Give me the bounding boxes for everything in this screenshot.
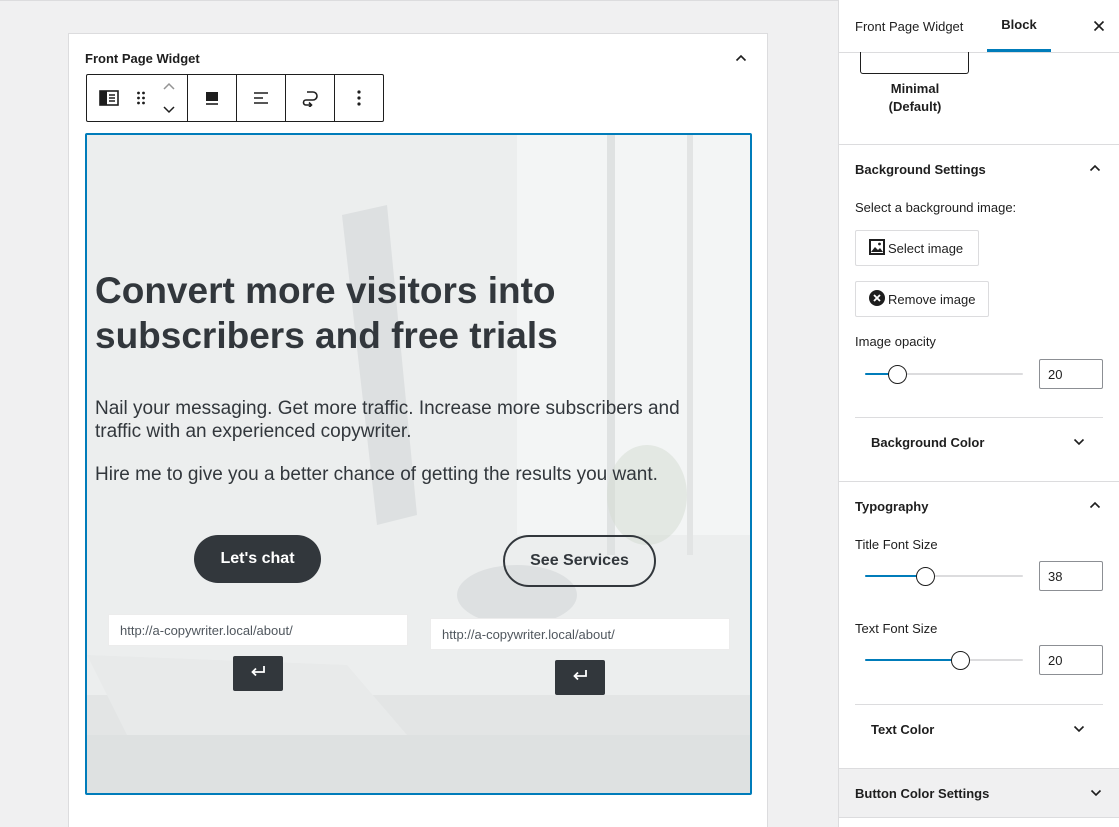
remove-circle-icon: [868, 289, 886, 310]
toolbar-group-block: [87, 75, 188, 121]
settings-sidebar: Front Page Widget Block Minimal (Default…: [838, 0, 1119, 827]
primary-url-submit-button[interactable]: [233, 656, 283, 691]
tab-block[interactable]: Block: [987, 0, 1051, 52]
block-movers: [151, 75, 187, 121]
drag-handle-icon[interactable]: [131, 75, 151, 121]
chevron-down-icon[interactable]: [1086, 783, 1106, 803]
remove-image-button[interactable]: Remove image: [855, 281, 989, 317]
remove-image-label: Remove image: [888, 291, 976, 307]
chevron-up-icon[interactable]: [1085, 495, 1105, 515]
link-icon[interactable]: [286, 75, 334, 121]
text-font-size-label: Text Font Size: [855, 621, 938, 636]
panel-divider: [855, 417, 1103, 418]
title-font-size-label: Title Font Size: [855, 537, 938, 552]
align-full-icon[interactable]: [188, 75, 236, 121]
lets-chat-button[interactable]: Let's chat: [194, 535, 321, 583]
typography-header[interactable]: Typography: [855, 499, 928, 514]
text-font-size-slider[interactable]: [865, 650, 1023, 670]
image-opacity-slider[interactable]: [865, 364, 1023, 384]
title-font-size-slider[interactable]: [865, 566, 1023, 586]
block-type-icon[interactable]: [87, 75, 131, 121]
see-services-button[interactable]: See Services: [503, 535, 656, 587]
hero-title[interactable]: Convert more visitors into subscribers a…: [95, 268, 615, 358]
toolbar-group-more: [335, 75, 383, 121]
panel-divider: [839, 144, 1119, 145]
chevron-up-icon[interactable]: [729, 46, 753, 70]
secondary-button-url-input[interactable]: http://a-copywriter.local/about/: [430, 618, 730, 650]
align-left-text-icon[interactable]: [237, 75, 285, 121]
toolbar-group-align: [188, 75, 237, 121]
background-color-header[interactable]: Background Color: [871, 435, 984, 450]
tab-front-page-widget[interactable]: Front Page Widget: [855, 0, 963, 52]
style-option-label: Minimal (Default): [888, 81, 942, 114]
primary-button-url-input[interactable]: http://a-copywriter.local/about/: [108, 614, 408, 646]
secondary-url-submit-button[interactable]: [555, 660, 605, 695]
button-color-settings-header[interactable]: Button Color Settings: [855, 786, 989, 801]
slider-fill: [865, 659, 960, 661]
hero-block[interactable]: Convert more visitors into subscribers a…: [85, 133, 752, 795]
chevron-up-icon[interactable]: [1085, 158, 1105, 178]
select-image-button[interactable]: Select image: [855, 230, 979, 266]
background-image-label: Select a background image:: [855, 200, 1017, 215]
slider-thumb[interactable]: [950, 651, 970, 670]
chevron-down-icon[interactable]: [1069, 432, 1089, 452]
slider-thumb[interactable]: [916, 567, 936, 586]
close-icon[interactable]: [1089, 16, 1109, 36]
hero-text-secondary[interactable]: Hire me to give you a better chance of g…: [95, 463, 735, 486]
button-color-settings-panel[interactable]: Button Color Settings: [839, 768, 1119, 818]
chevron-down-icon[interactable]: [1069, 719, 1089, 739]
toolbar-group-link: [286, 75, 335, 121]
widget-area-title: Front Page Widget: [85, 51, 200, 66]
sidebar-tabs: Front Page Widget Block: [839, 0, 1119, 53]
text-font-size-input[interactable]: 20: [1039, 645, 1103, 675]
hero-text-primary[interactable]: Nail your messaging. Get more traffic. I…: [95, 397, 715, 443]
panel-divider: [839, 481, 1119, 482]
enter-icon: [571, 668, 589, 687]
editor-canvas: Front Page Widget Convert more visitors …: [0, 0, 838, 827]
style-option-card[interactable]: [860, 52, 969, 74]
enter-icon: [249, 664, 267, 683]
text-color-header[interactable]: Text Color: [871, 722, 934, 737]
more-options-icon[interactable]: [335, 75, 383, 121]
image-opacity-label: Image opacity: [855, 334, 936, 349]
widget-area-card: Front Page Widget Convert more visitors …: [68, 33, 768, 827]
move-down-icon[interactable]: [162, 101, 176, 119]
title-font-size-input[interactable]: 38: [1039, 561, 1103, 591]
image-opacity-input[interactable]: 20: [1039, 359, 1103, 389]
image-icon: [868, 238, 886, 259]
block-toolbar: [86, 74, 384, 122]
slider-thumb[interactable]: [887, 365, 907, 384]
move-up-icon[interactable]: [162, 77, 176, 95]
panel-divider: [855, 704, 1103, 705]
select-image-label: Select image: [888, 240, 964, 256]
toolbar-group-text-align: [237, 75, 286, 121]
background-settings-header[interactable]: Background Settings: [855, 162, 986, 177]
